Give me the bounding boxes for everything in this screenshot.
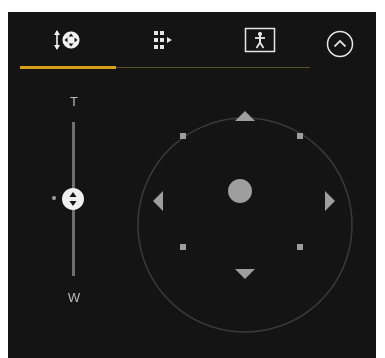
pan-tilt-home-button[interactable] bbox=[228, 179, 252, 203]
pan-down-left-button[interactable] bbox=[180, 244, 186, 250]
collapse-button[interactable] bbox=[326, 30, 354, 58]
pan-up-arrow[interactable] bbox=[233, 108, 257, 124]
chevron-up-circle-icon bbox=[326, 30, 354, 58]
zoom-slider[interactable]: T W bbox=[44, 92, 104, 312]
zoom-wide-label: W bbox=[67, 290, 81, 305]
framing-icon bbox=[244, 27, 276, 53]
tab-pan-tilt-zoom[interactable] bbox=[20, 12, 116, 67]
zoom-tele-label: T bbox=[70, 94, 78, 109]
pan-up-right-button[interactable] bbox=[297, 133, 303, 139]
pan-tilt-ring bbox=[137, 117, 353, 333]
tab-framing[interactable] bbox=[212, 12, 308, 67]
pan-tilt-pad[interactable] bbox=[136, 111, 354, 334]
pan-right-arrow[interactable] bbox=[322, 189, 338, 213]
pan-tilt-zoom-icon bbox=[54, 30, 80, 50]
pan-down-arrow[interactable] bbox=[233, 266, 257, 282]
active-tab-indicator bbox=[20, 66, 116, 69]
pan-up-left-button[interactable] bbox=[180, 133, 186, 139]
zoom-slider-thumb[interactable] bbox=[61, 187, 85, 211]
up-down-handle-icon bbox=[62, 188, 84, 210]
tab-bar bbox=[20, 12, 310, 69]
grid-icon bbox=[154, 31, 172, 49]
pan-left-arrow[interactable] bbox=[150, 189, 166, 213]
tab-grid[interactable] bbox=[116, 12, 212, 67]
zoom-center-marker bbox=[52, 196, 56, 200]
pan-down-right-button[interactable] bbox=[297, 244, 303, 250]
camera-control-panel: T W bbox=[8, 12, 376, 358]
